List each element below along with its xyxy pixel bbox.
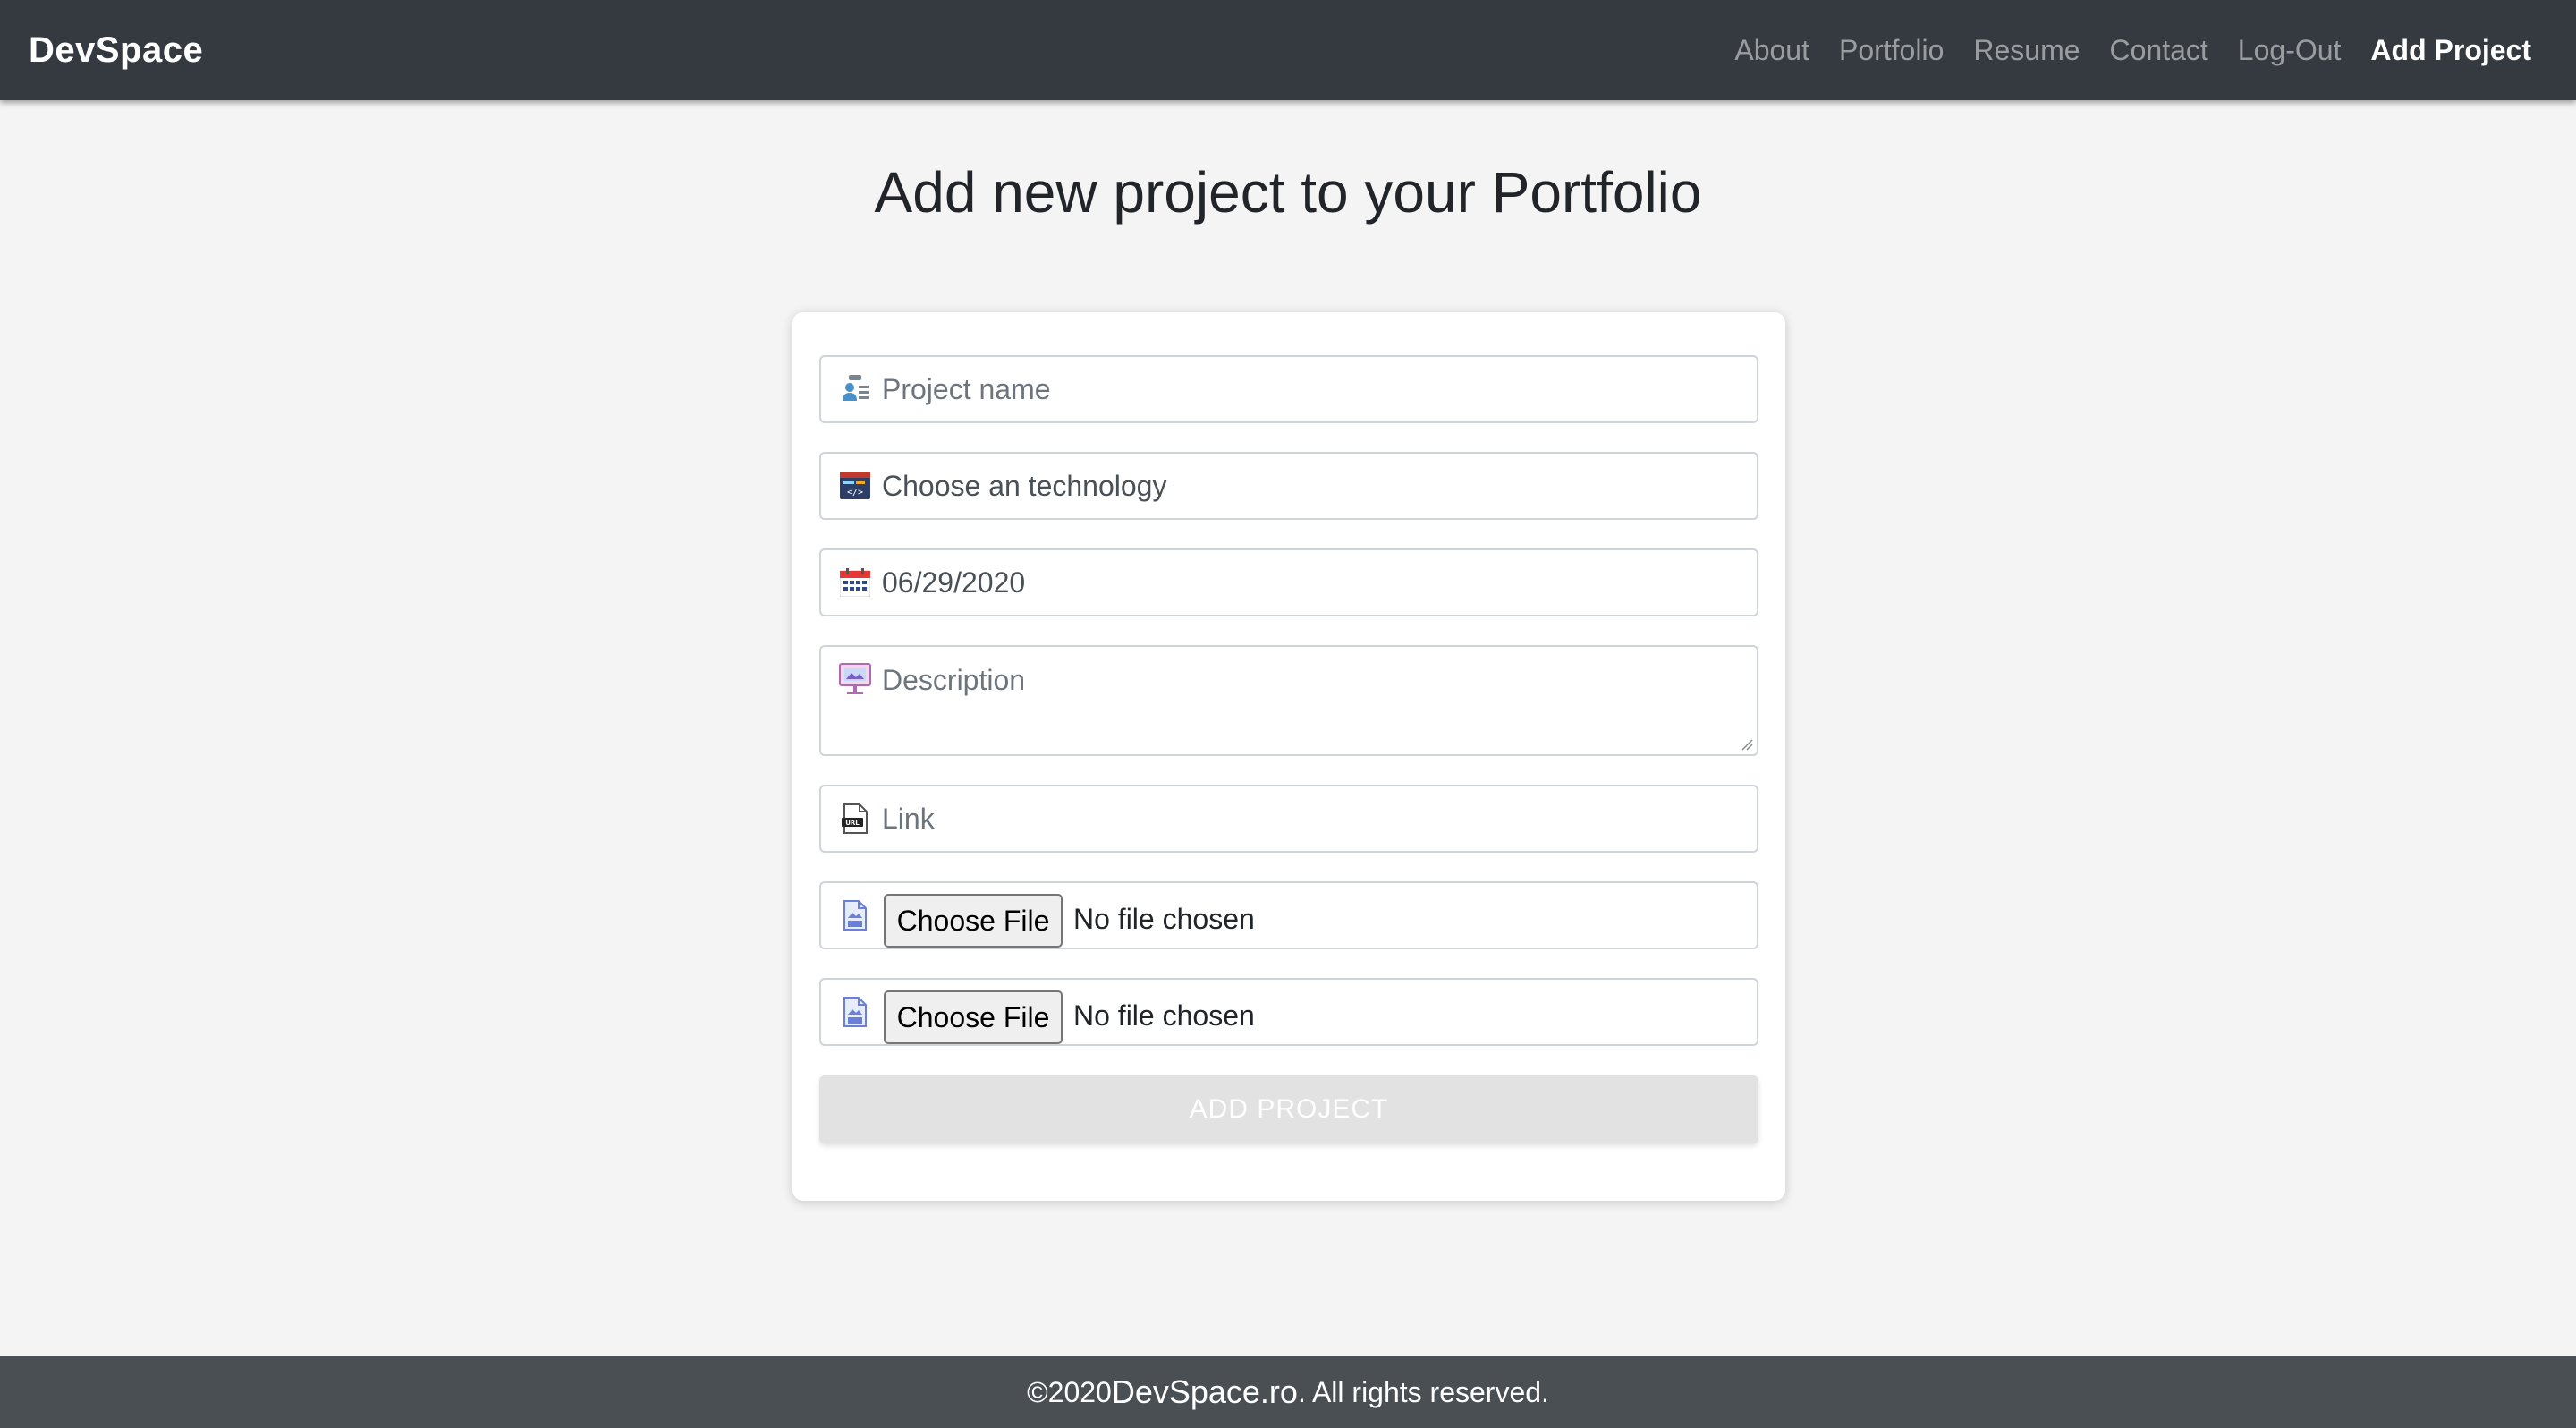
svg-text:</>: </> bbox=[847, 488, 863, 497]
page-title: Add new project to your Portfolio bbox=[874, 160, 1702, 225]
nav-link-resume[interactable]: Resume bbox=[1973, 34, 2080, 67]
url-file-icon: URL bbox=[839, 803, 871, 835]
add-project-button[interactable]: ADD PROJECT bbox=[819, 1075, 1758, 1143]
link-placeholder: Link bbox=[882, 803, 935, 835]
footer-rights: . All rights reserved. bbox=[1297, 1375, 1549, 1408]
nav-link-about[interactable]: About bbox=[1734, 34, 1809, 67]
footer-copyright: ©2020 bbox=[1027, 1375, 1112, 1408]
choose-file-button-2[interactable]: Choose File bbox=[884, 990, 1063, 1044]
image-file-input-1: Choose File No file chosen bbox=[819, 881, 1758, 949]
person-card-icon bbox=[839, 373, 871, 405]
calendar-icon bbox=[839, 566, 871, 599]
description-textarea[interactable]: Description bbox=[819, 645, 1758, 756]
project-name-input[interactable]: Project name bbox=[819, 355, 1758, 423]
choose-file-button-1[interactable]: Choose File bbox=[884, 894, 1063, 948]
navbar: DevSpace About Portfolio Resume Contact … bbox=[0, 0, 2576, 100]
date-input[interactable]: 06/29/2020 bbox=[819, 548, 1758, 616]
project-name-placeholder: Project name bbox=[882, 373, 1051, 405]
image-file-icon bbox=[839, 899, 871, 931]
resize-handle-icon[interactable] bbox=[1741, 738, 1753, 751]
date-value: 06/29/2020 bbox=[882, 566, 1026, 599]
link-input[interactable]: URL Link bbox=[819, 785, 1758, 853]
brand-logo[interactable]: DevSpace bbox=[29, 30, 203, 71]
file-status-1: No file chosen bbox=[1073, 903, 1255, 935]
nav-link-portfolio[interactable]: Portfolio bbox=[1839, 34, 1944, 67]
svg-text:URL: URL bbox=[845, 820, 860, 827]
add-project-form-card: Project name </> Choose an technology 06… bbox=[792, 312, 1785, 1201]
presentation-icon bbox=[839, 663, 871, 695]
nav-link-contact[interactable]: Contact bbox=[2110, 34, 2208, 67]
image-file-input-2: Choose File No file chosen bbox=[819, 978, 1758, 1046]
code-window-icon: </> bbox=[839, 470, 871, 502]
image-file-icon bbox=[839, 996, 871, 1028]
footer-site-name: DevSpace.ro bbox=[1111, 1373, 1298, 1410]
footer: ©2020 DevSpace.ro. All rights reserved. bbox=[0, 1356, 2576, 1428]
nav-links: About Portfolio Resume Contact Log-Out A… bbox=[1705, 34, 2531, 67]
technology-select[interactable]: </> Choose an technology bbox=[819, 452, 1758, 520]
file-status-2: No file chosen bbox=[1073, 999, 1255, 1032]
nav-link-add-project[interactable]: Add Project bbox=[2370, 34, 2531, 67]
technology-value: Choose an technology bbox=[882, 470, 1167, 502]
description-placeholder: Description bbox=[882, 664, 1026, 696]
nav-link-logout[interactable]: Log-Out bbox=[2238, 34, 2342, 67]
